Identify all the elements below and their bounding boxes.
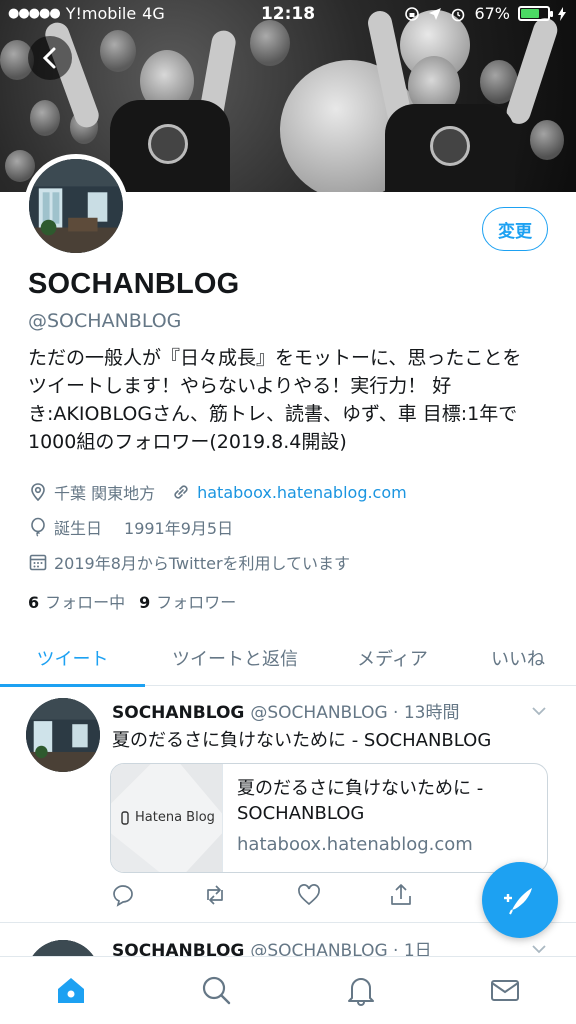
chevron-down-icon[interactable] (530, 702, 548, 720)
profile-avatar[interactable] (24, 154, 128, 258)
card-url: hataboox.hatenablog.com (237, 834, 473, 855)
home-icon[interactable] (54, 973, 88, 1007)
retweet-icon[interactable] (202, 882, 228, 908)
search-icon[interactable] (199, 973, 233, 1007)
profile-bio: ただの一般人が『日々成長』をモットーに、思ったことを ツイートします！やらないよ… (28, 347, 522, 453)
bell-icon[interactable] (344, 973, 378, 1007)
followers-label: フォロワー (156, 593, 237, 612)
status-bar: ●●●●● Y!mobile 4G 12:18 67% (0, 0, 576, 30)
link-preview-card[interactable]: Hatena Blog 夏のだるさに負けないために - SOCHANBLOG h… (110, 763, 548, 873)
tab-tweets-and-replies[interactable]: ツイートと返信 (145, 630, 325, 686)
following-label: フォロー中 (45, 593, 126, 612)
card-brand: Hatena Blog (135, 810, 215, 825)
profile-location: 千葉 関東地方 (54, 484, 156, 503)
profile-location-row: 千葉 関東地方 hataboox.hatenablog.com (28, 480, 407, 504)
screen-rotation-lock-icon (405, 6, 420, 21)
card-title: 夏のだるさに負けないために - SOCHANBLOG (237, 778, 484, 824)
followers-link[interactable]: 9 フォロワー (139, 589, 236, 613)
profile-joined-row: 2019年8月からTwitterを利用しています (28, 550, 350, 574)
hatena-blog-logo-icon (121, 810, 129, 825)
battery-icon (518, 6, 553, 21)
edit-profile-button[interactable]: 変更 (482, 207, 548, 251)
chevron-left-icon (42, 47, 56, 69)
tweet-avatar[interactable] (26, 698, 100, 772)
card-thumbnail: Hatena Blog (111, 764, 223, 872)
following-link[interactable]: 6 フォロー中 (28, 589, 125, 613)
balloon-icon (31, 517, 45, 537)
back-button[interactable] (28, 36, 72, 80)
reply-icon[interactable] (110, 882, 136, 908)
tweet-text: 夏のだるさに負けないために - SOCHANBLOG (112, 730, 492, 751)
compose-tweet-icon (504, 888, 532, 915)
profile-birthday-row: 誕生日 1991年9月5日 (28, 515, 233, 539)
calendar-icon (29, 554, 47, 571)
profile-display-name: SOCHANBLOG (28, 268, 240, 300)
follow-stats: 6 フォロー中 9 フォロワー (28, 589, 236, 613)
location-arrow-icon (429, 7, 442, 20)
birthday-label: 誕生日 (54, 519, 103, 538)
tweet-meta: @SOCHANBLOG · 13時間 (250, 703, 460, 723)
joined-date: 2019年8月からTwitterを利用しています (54, 554, 351, 573)
bottom-navigation (0, 956, 576, 1024)
charging-icon (558, 6, 566, 21)
location-pin-icon (31, 483, 45, 502)
profile-website-link[interactable]: hataboox.hatenablog.com (197, 483, 407, 502)
profile-handle: @SOCHANBLOG (28, 310, 182, 332)
battery-percent: 67% (474, 4, 510, 23)
alarm-icon (452, 8, 465, 21)
share-icon[interactable] (388, 882, 414, 908)
following-count: 6 (28, 593, 40, 612)
tab-likes[interactable]: いいね (460, 630, 576, 686)
mail-icon[interactable] (488, 973, 522, 1007)
followers-count: 9 (139, 593, 151, 612)
compose-tweet-button[interactable] (482, 862, 558, 938)
heart-icon[interactable] (296, 882, 322, 908)
tab-media[interactable]: メディア (325, 630, 460, 686)
tweet-author-name: SOCHANBLOG (112, 703, 245, 723)
birthday-value: 1991年9月5日 (124, 519, 234, 538)
link-icon (174, 485, 188, 499)
profile-tabs: ツイート ツイートと返信 メディア いいね (0, 630, 576, 687)
tab-tweets[interactable]: ツイート (0, 630, 145, 687)
